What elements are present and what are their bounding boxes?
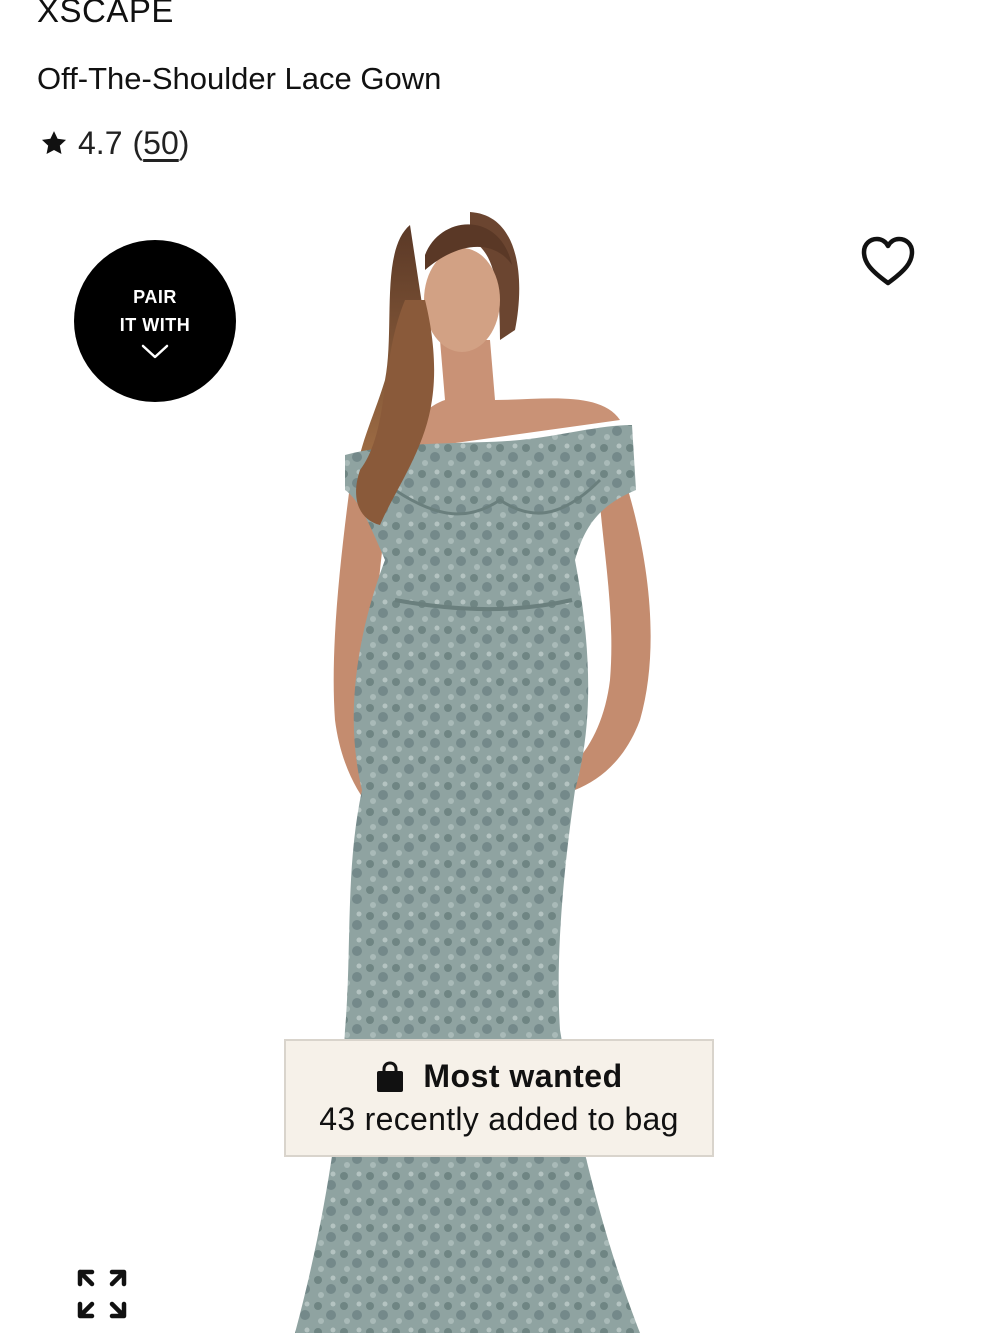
badge-title-row: Most wanted <box>375 1058 622 1095</box>
product-rating: 4.7 (50) <box>40 124 189 162</box>
brand-name[interactable]: XSCAPE <box>37 0 174 31</box>
pair-it-label-line1: PAIR <box>133 287 177 307</box>
badge-subtitle: 43 recently added to bag <box>319 1101 679 1137</box>
review-count-link[interactable]: (50) <box>132 124 189 162</box>
pair-it-label-line2: IT WITH <box>119 315 191 335</box>
expand-icon[interactable] <box>76 1268 128 1320</box>
badge-title: Most wanted <box>423 1058 623 1094</box>
star-icon <box>41 131 67 154</box>
product-title: Off-The-Shoulder Lace Gown <box>37 61 442 96</box>
pair-it-with-button[interactable]: PAIR IT WITH <box>74 240 236 402</box>
chevron-down-icon <box>141 344 169 359</box>
most-wanted-badge: Most wanted 43 recently added to bag <box>284 1039 714 1157</box>
rating-value: 4.7 <box>78 125 123 161</box>
shopping-bag-icon <box>377 1060 404 1092</box>
review-count[interactable]: 50 <box>143 125 179 161</box>
heart-icon[interactable] <box>860 236 916 288</box>
